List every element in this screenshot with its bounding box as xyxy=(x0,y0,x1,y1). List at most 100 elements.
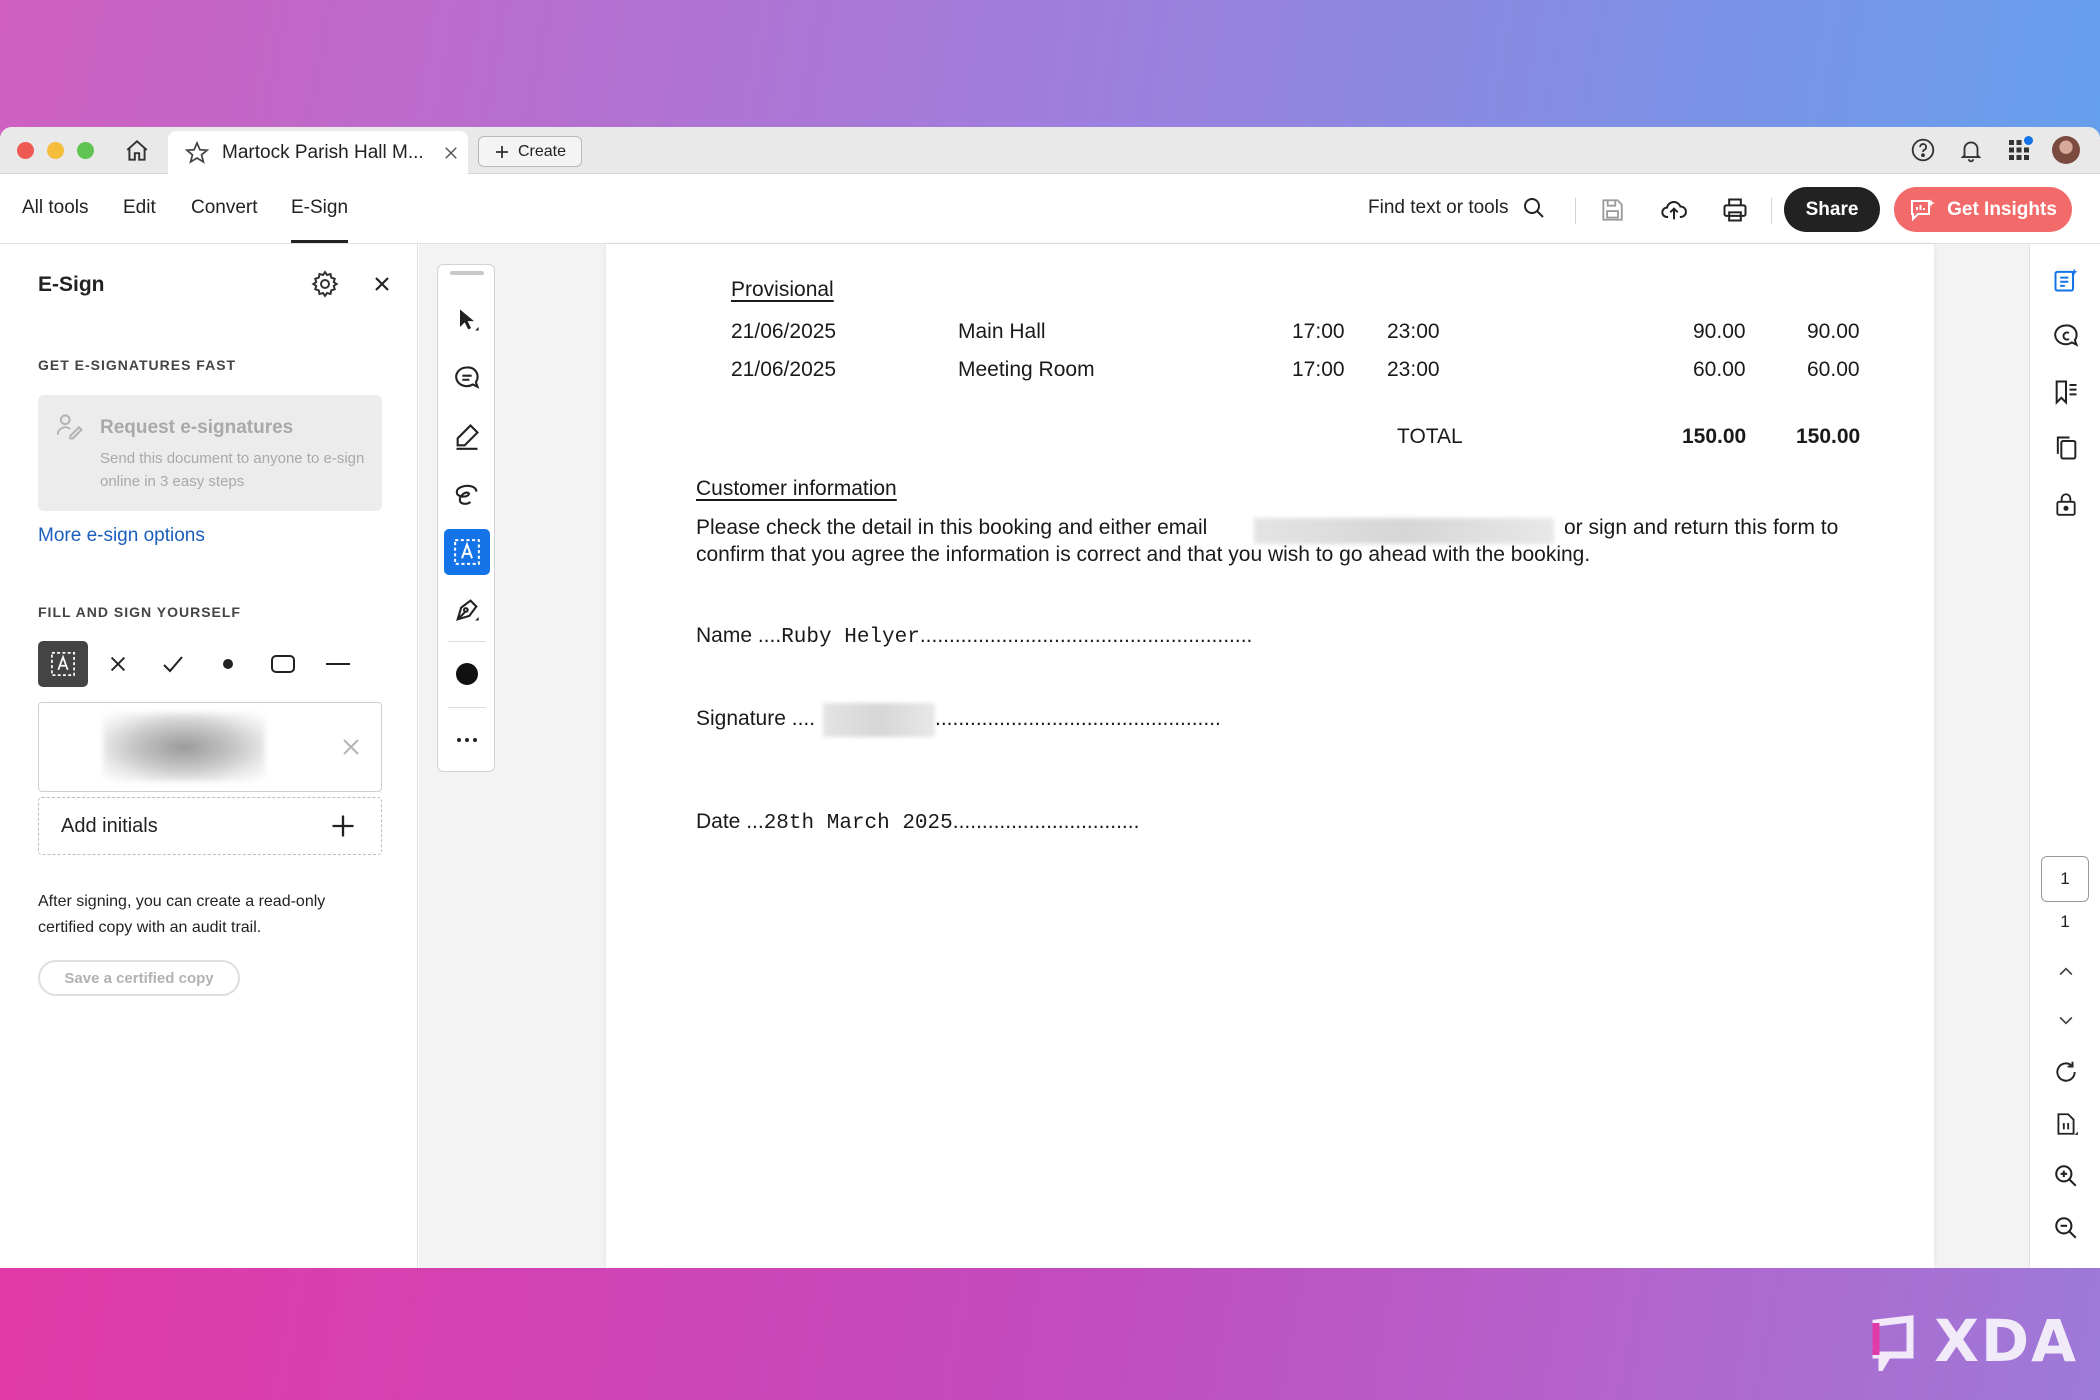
dot-icon xyxy=(223,659,233,669)
add-text-tool[interactable] xyxy=(444,529,490,575)
total-amount: 150.00 xyxy=(1682,425,1747,448)
instruction-line-2: confirm that you agree the information i… xyxy=(696,543,1591,566)
find-text-or-tools[interactable]: Find text or tools xyxy=(1368,196,1546,220)
name-field: Name ....Ruby Helyer....................… xyxy=(696,624,1252,649)
comment-bubble-icon xyxy=(455,366,480,389)
user-avatar[interactable] xyxy=(2052,136,2080,164)
current-page-input[interactable]: 1 xyxy=(2041,856,2089,902)
more-e-sign-options-link[interactable]: More e-sign options xyxy=(38,525,205,547)
booking-room: Meeting Room xyxy=(958,358,1095,381)
fit-page-icon[interactable] xyxy=(2050,1108,2082,1140)
name-value[interactable]: Ruby Helyer xyxy=(781,626,920,649)
add-initials-button[interactable]: Add initials xyxy=(38,797,382,855)
menu-all-tools[interactable]: All tools xyxy=(22,197,89,219)
watermark-text: XDA xyxy=(1934,1307,2078,1375)
tab-title: Martock Parish Hall M... xyxy=(222,141,424,163)
cross-mark-tool[interactable] xyxy=(93,641,143,687)
divider xyxy=(1771,198,1772,224)
generative-summary-icon[interactable] xyxy=(2050,264,2082,296)
save-certified-copy-button[interactable]: Save a certified copy xyxy=(38,960,240,996)
apps-grid-icon[interactable] xyxy=(2004,135,2034,165)
menu-e-sign[interactable]: E-Sign xyxy=(291,197,349,243)
date-field: Date ...28th March 2025.................… xyxy=(696,810,1139,835)
lasso-draw-icon xyxy=(455,484,478,505)
protect-lock-icon[interactable] xyxy=(2050,488,2082,520)
notifications-bell-icon[interactable] xyxy=(1956,135,1986,165)
comments-icon[interactable] xyxy=(2050,320,2082,352)
checkmark-icon xyxy=(163,656,183,673)
select-pointer-tool[interactable] xyxy=(444,297,490,343)
color-picker-tool[interactable] xyxy=(444,651,490,697)
upload-cloud-icon[interactable] xyxy=(1658,194,1690,226)
cross-icon xyxy=(110,656,126,672)
remove-signature-icon[interactable] xyxy=(339,735,363,759)
minimize-window-button[interactable] xyxy=(47,142,64,159)
menu-edit[interactable]: Edit xyxy=(123,197,156,219)
previous-page-chevron-up-icon[interactable] xyxy=(2050,956,2082,988)
booking-end: 23:00 xyxy=(1387,320,1440,343)
tab-bar: Martock Parish Hall M... Create xyxy=(0,127,2100,174)
toolbar-grip[interactable] xyxy=(450,271,484,275)
settings-gear-icon[interactable] xyxy=(310,269,340,299)
total-pages: 1 xyxy=(2060,912,2070,931)
document-tab[interactable]: Martock Parish Hall M... xyxy=(168,131,468,174)
next-page-chevron-down-icon[interactable] xyxy=(2050,1004,2082,1036)
more-tools-button[interactable] xyxy=(444,717,490,763)
booking-total: 60.00 xyxy=(1807,358,1860,381)
signature-label: Signature .... xyxy=(696,707,816,730)
total-label: TOTAL xyxy=(1397,425,1463,448)
add-initials-label: Add initials xyxy=(61,815,158,837)
close-window-button[interactable] xyxy=(17,142,34,159)
booking-amount: 90.00 xyxy=(1693,320,1746,343)
line-tool[interactable] xyxy=(313,641,363,687)
add-comment-tool[interactable] xyxy=(444,355,490,401)
provisional-heading: Provisional xyxy=(731,278,834,301)
close-tab-icon[interactable] xyxy=(442,144,460,162)
rotate-refresh-icon[interactable] xyxy=(2050,1056,2082,1088)
date-dots: ................................ xyxy=(952,810,1140,833)
total-total: 150.00 xyxy=(1796,425,1861,448)
request-e-signatures-card[interactable]: Request e-signatures Send this document … xyxy=(38,395,382,511)
star-icon[interactable] xyxy=(184,140,210,166)
request-description: Send this document to anyone to e-sign o… xyxy=(100,450,365,490)
pages-thumbnails-icon[interactable] xyxy=(2050,432,2082,464)
menu-bar: All tools Edit Convert E-Sign Find text … xyxy=(0,174,2100,244)
share-button[interactable]: Share xyxy=(1784,187,1880,232)
color-circle-icon xyxy=(456,663,478,685)
save-icon[interactable] xyxy=(1596,194,1628,226)
menu-convert[interactable]: Convert xyxy=(191,197,258,219)
customer-information-heading: Customer information xyxy=(696,477,897,500)
zoom-window-button[interactable] xyxy=(77,142,94,159)
checkmark-tool[interactable] xyxy=(148,641,198,687)
bookmarks-icon[interactable] xyxy=(2050,376,2082,408)
get-insights-button[interactable]: Get Insights xyxy=(1894,187,2072,232)
instruction-line-1b: or sign and return this form to xyxy=(1564,516,1839,539)
text-field-tool[interactable] xyxy=(38,641,88,687)
fill-sign-toolbar xyxy=(38,641,382,687)
booking-end: 23:00 xyxy=(1387,358,1440,381)
help-icon[interactable] xyxy=(1908,135,1938,165)
create-button[interactable]: Create xyxy=(478,136,582,167)
get-insights-label: Get Insights xyxy=(1947,198,2057,220)
close-panel-icon[interactable] xyxy=(370,272,394,296)
freehand-draw-tool[interactable] xyxy=(444,471,490,517)
home-icon[interactable] xyxy=(122,136,152,166)
plus-icon xyxy=(332,815,354,837)
date-value[interactable]: 28th March 2025 xyxy=(764,812,953,835)
print-icon[interactable] xyxy=(1719,194,1751,226)
request-signature-icon xyxy=(56,414,83,440)
rectangle-tool[interactable] xyxy=(258,641,308,687)
search-icon xyxy=(1524,198,1545,218)
blurred-signature xyxy=(103,713,265,781)
after-signing-text: After signing, you can create a read-onl… xyxy=(38,893,326,936)
zoom-in-icon[interactable] xyxy=(2050,1160,2082,1192)
highlight-tool[interactable] xyxy=(444,413,490,459)
dot-tool[interactable] xyxy=(203,641,253,687)
booking-total: 90.00 xyxy=(1807,320,1860,343)
sign-tool[interactable] xyxy=(444,587,490,633)
instruction-line-1a: Please check the detail in this booking … xyxy=(696,516,1208,539)
pdf-page: Provisional 21/06/2025 Main Hall 17:00 2… xyxy=(606,244,1934,1268)
signature-box[interactable] xyxy=(38,702,382,792)
request-title: Request e-signatures xyxy=(100,417,294,438)
zoom-out-icon[interactable] xyxy=(2050,1212,2082,1244)
